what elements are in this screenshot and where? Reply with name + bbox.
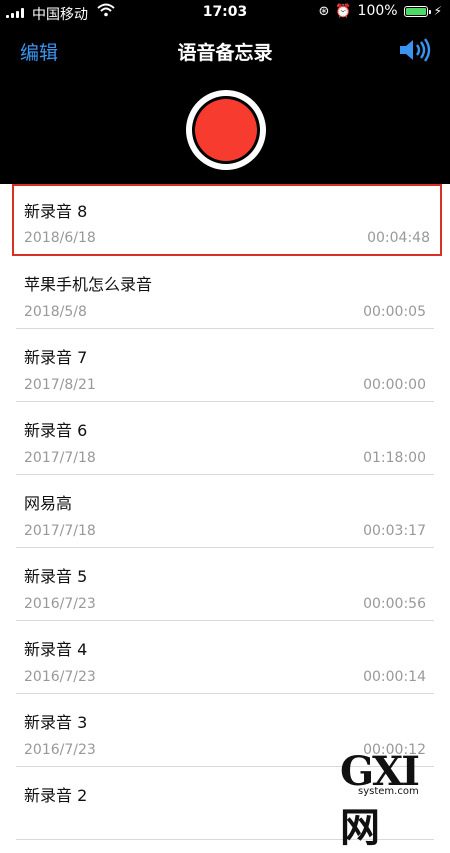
recording-duration: 00:00:14	[363, 669, 426, 685]
recording-name: 新录音 5	[24, 567, 88, 586]
rotation-lock-icon: ⊛	[318, 3, 330, 19]
recording-name: 苹果手机怎么录音	[24, 275, 153, 294]
recording-item[interactable]: 新录音 4 2016/7/23 00:00:14	[0, 621, 450, 694]
speaker-icon[interactable]	[398, 36, 432, 64]
recordings-list: 新录音 8 2018/6/18 00:04:48 苹果手机怎么录音 2018/5/8 00…	[0, 184, 450, 840]
recording-item-selected[interactable]: 新录音 8 2018/6/18 00:04:48	[12, 184, 442, 256]
recording-item[interactable]: 新录音 7 2017/8/21 00:00:00	[0, 329, 450, 402]
watermark-logo: GXI网 system.com	[340, 748, 420, 851]
record-button[interactable]	[186, 90, 266, 170]
page-title: 语音备忘录	[177, 42, 273, 64]
recording-name: 新录音 7	[24, 348, 88, 367]
recording-name: 新录音 3	[24, 713, 88, 732]
recording-duration: 00:00:56	[363, 596, 426, 612]
recording-duration: 00:00:00	[363, 377, 426, 393]
recording-item[interactable]: 苹果手机怎么录音 2018/5/8 00:00:05	[0, 256, 450, 329]
recording-name: 新录音 6	[24, 421, 88, 440]
battery-percentage: 100%	[357, 3, 398, 19]
recording-item[interactable]: 新录音 6 2017/7/18 01:18:00	[0, 402, 450, 475]
recording-name: 新录音 8	[24, 202, 88, 221]
battery-icon	[403, 5, 431, 17]
recording-date: 2017/8/21	[24, 377, 96, 393]
recording-duration: 01:18:00	[363, 450, 426, 466]
record-dot-icon	[195, 99, 257, 161]
recording-duration: 00:00:05	[363, 304, 426, 320]
recording-name: 新录音 4	[24, 640, 88, 659]
recording-date: 2016/7/23	[24, 742, 96, 758]
charging-icon: ⚡	[433, 4, 442, 18]
recording-name: 网易高	[24, 494, 73, 513]
recording-name: 新录音 2	[24, 786, 88, 805]
recording-date: 2018/5/8	[24, 304, 87, 320]
recording-date: 2016/7/23	[24, 669, 96, 685]
recording-date: 2017/7/18	[24, 450, 96, 466]
recording-item[interactable]: 网易高 2017/7/18 00:03:17	[0, 475, 450, 548]
recording-item[interactable]: 新录音 5 2016/7/23 00:00:56	[0, 548, 450, 621]
recording-duration: 00:04:48	[367, 230, 430, 246]
recording-date: 2016/7/23	[24, 596, 96, 612]
status-bar: 中国移动 17:03 ⊛ ⏰ 100% ⚡	[0, 0, 450, 26]
header-area: 中国移动 17:03 ⊛ ⏰ 100% ⚡ 编辑 语音备忘录	[0, 0, 450, 184]
recording-date: 2017/7/18	[24, 523, 96, 539]
status-right: ⊛ ⏰ 100% ⚡	[318, 3, 442, 19]
recording-date: 2018/6/18	[24, 230, 96, 246]
alarm-icon: ⏰	[335, 3, 352, 19]
recording-duration: 00:03:17	[363, 523, 426, 539]
